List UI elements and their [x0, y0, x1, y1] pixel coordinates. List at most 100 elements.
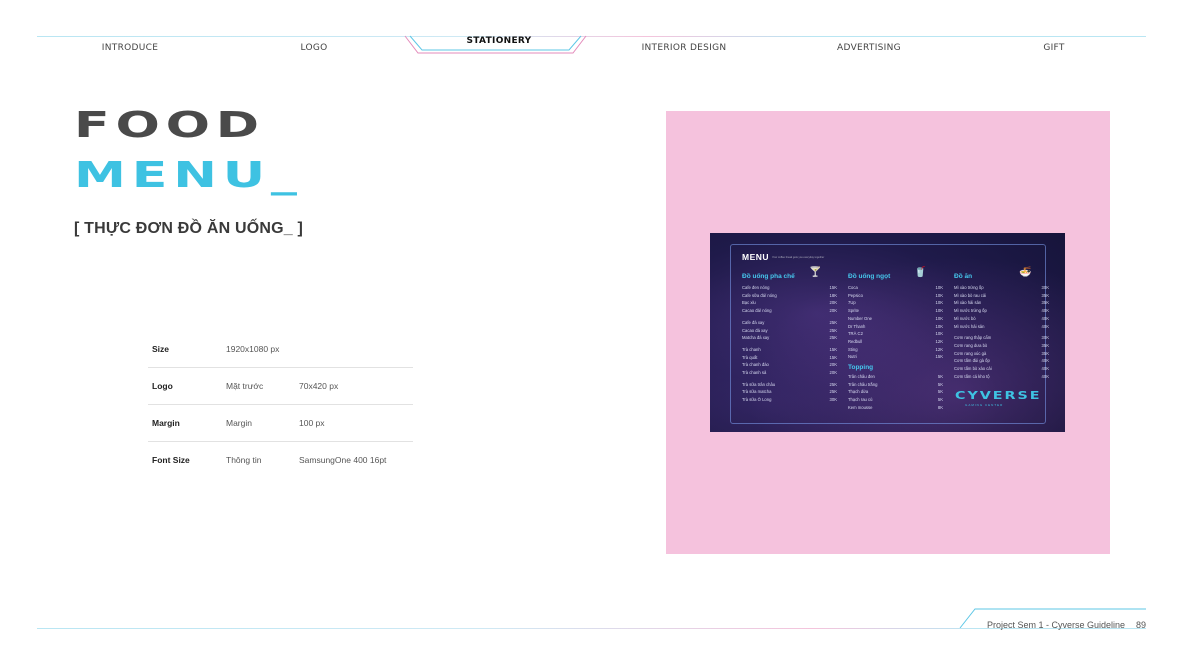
menu-item-name: Kem mousse — [848, 404, 873, 410]
menu-item-name: Cacao đá/ nóng — [742, 308, 772, 314]
spec-value: Thông tin — [226, 455, 262, 465]
menu-item-price: 25K — [829, 335, 837, 341]
menu-item-price: 15K — [829, 354, 837, 360]
menu-column-heading: Đồ uống pha chế — [742, 273, 795, 280]
menu-column-heading: Đồ uống ngọt — [848, 273, 891, 280]
menu-item: Cơm rang dưa bò 35K — [954, 342, 1049, 350]
menu-item-name: Trà sữa matcha — [742, 389, 772, 395]
menu-item: Trà chanh đào 20K — [742, 361, 837, 369]
menu-item-name: Cafe đá xay — [742, 319, 765, 325]
spec-label: Size — [152, 344, 170, 354]
menu-item-price: 5K — [937, 381, 943, 387]
menu-item: Thạch dừa 5K — [848, 388, 943, 396]
preview-panel: MENU Your coffee break gets you everyday… — [666, 111, 1110, 554]
menu-item: Trà quất 15K — [742, 354, 837, 362]
menu-item: Mì xào bò rau cải 35K — [954, 292, 1049, 300]
menu-item: Trà chanh 15K — [742, 346, 837, 354]
cyverse-logo: CYVERSE — [955, 389, 1042, 402]
page-subtitle: [ THỰC ĐƠN ĐỒ ĂN UỐNG_ ] — [74, 220, 304, 237]
menu-item-name: Cafe sữa đá/ nóng — [742, 292, 777, 298]
menu-item-price: 10K — [935, 323, 943, 329]
spec-table: Size 1920x1080 px Logo Mặt trước 70x420 … — [148, 331, 413, 479]
menu-item: Cacao đá/ nóng 20K — [742, 307, 837, 315]
menu-item-price: 40K — [1041, 308, 1049, 314]
menu-item-price: 40K — [1041, 373, 1049, 379]
menu-column-food: Đồ ăn Mì xào trứng ốp 30K Mì xào bò rau cải… — [954, 273, 1049, 380]
menu-item-price: 15K — [829, 285, 837, 290]
spec-row-size: Size 1920x1080 px — [148, 331, 413, 368]
menu-item-name: Mì nước hải sản — [954, 323, 985, 329]
menu-item-name: Mì nước trứng ốp — [954, 308, 987, 314]
menu-item-name: Number One — [848, 315, 872, 321]
menu-item: Cafe sữa đá/ nóng 18K — [742, 292, 837, 300]
cyverse-logo-sub: GAMING CENTER — [965, 403, 1004, 407]
menu-item: Cơm rang xúc gà 35K — [954, 350, 1049, 358]
menu-item: Cơm tấm đùi gà ốp 40K — [954, 357, 1049, 365]
menu-item: Trà sữa trân châu 25K — [742, 381, 837, 389]
nav-introduce[interactable]: INTRODUCE — [102, 43, 158, 53]
nav-advertising[interactable]: ADVERTISING — [837, 43, 901, 53]
menu-item-price: 8K — [937, 404, 943, 410]
menu-item-name: Thạch dừa — [848, 389, 869, 395]
menu-item-price: 25K — [829, 319, 837, 325]
menu-item: Mì xào trứng ốp 30K — [954, 284, 1049, 292]
nav-logo[interactable]: LOGO — [300, 43, 327, 53]
spec-label: Logo — [152, 381, 173, 391]
title-food: FOOD — [74, 105, 265, 146]
title-menu: MENU_ — [74, 155, 303, 196]
menu-item-name: Cacao đá xay — [742, 327, 768, 333]
menu-item-price: 10K — [935, 292, 943, 298]
menu-item: Nutri 15K — [848, 353, 943, 361]
menu-item: Trà chanh sả 20K — [742, 369, 837, 377]
menu-item-price: 25K — [829, 381, 837, 387]
menu-item-price: 10K — [935, 285, 943, 290]
menu-item: Mì xào hải sản 35K — [954, 299, 1049, 307]
menu-column-heading: Đồ ăn — [954, 273, 973, 280]
spec-value: 1920x1080 px — [226, 344, 280, 354]
spec-value-extra: 70x420 px — [299, 381, 339, 391]
menu-item: Mì nước trứng ốp 40K — [954, 307, 1049, 315]
menu-item-price: 5K — [937, 374, 943, 380]
menu-item: Cơm tấm cá kho tộ 40K — [954, 373, 1049, 381]
menu-item-price: 18K — [829, 292, 837, 298]
menu-item: Matcha đá xay 25K — [742, 334, 837, 342]
menu-item: Trân châu đen 5K — [848, 373, 943, 381]
menu-item: Sting 12K — [848, 346, 943, 354]
menu-item-name: Trà quất — [742, 354, 758, 360]
menu-item: Cafe đá xay 25K — [742, 319, 837, 327]
menu-item-price: 5K — [937, 389, 943, 395]
menu-item-name: Sting — [848, 346, 858, 352]
spec-value-extra: 100 px — [299, 418, 325, 428]
spec-value: Margin — [226, 418, 252, 428]
nav-interior-design[interactable]: INTERIOR DESIGN — [642, 43, 727, 53]
menu-item-name: Redbull — [848, 338, 863, 344]
footer-title: Project Sem 1 - Cyverse Guideline — [986, 620, 1125, 630]
menu-item-price: 5K — [937, 397, 943, 403]
menu-item: Cacao đá xay 25K — [742, 327, 837, 335]
menu-item: Sprite 10K — [848, 307, 943, 315]
nav-gift[interactable]: GIFT — [1043, 43, 1064, 53]
menu-item: Cơm tấm bò xào cải 40K — [954, 365, 1049, 373]
menu-item-name: Mì xào bò rau cải — [954, 292, 987, 298]
menu-item-name: Cơm rang xúc gà — [954, 350, 987, 356]
menu-board-image: MENU Your coffee break gets you everyday… — [710, 233, 1065, 432]
menu-board-title: MENU — [742, 252, 770, 262]
menu-item: Kem mousse 8K — [848, 404, 943, 412]
menu-item: Number One 10K — [848, 315, 943, 323]
menu-item: Mì nước bò 40K — [954, 315, 1049, 323]
menu-item-price: 12K — [935, 338, 943, 344]
menu-item-price: 30K — [829, 397, 837, 403]
menu-item-name: Mì xào trứng ốp — [954, 285, 984, 290]
menu-item-name: Mì nước bò — [954, 315, 976, 321]
menu-item-name: Cơm tấm bò xào cải — [954, 366, 992, 372]
spec-row-margin: Margin Margin 100 px — [148, 405, 413, 442]
menu-item: Thạch rau củ 5K — [848, 396, 943, 404]
menu-subheading: Topping — [848, 364, 874, 372]
menu-item-price: 40K — [1041, 323, 1049, 329]
menu-item-name: Cafe đen nóng — [742, 285, 770, 290]
menu-item-price: 10K — [935, 300, 943, 306]
menu-item: Pepsico 10K — [848, 292, 943, 300]
nav-stationery[interactable]: STATIONERY — [467, 36, 532, 46]
menu-board-note: Your coffee break gets you everyday toge… — [772, 256, 825, 259]
nav-active-tab-frame — [404, 35, 587, 54]
